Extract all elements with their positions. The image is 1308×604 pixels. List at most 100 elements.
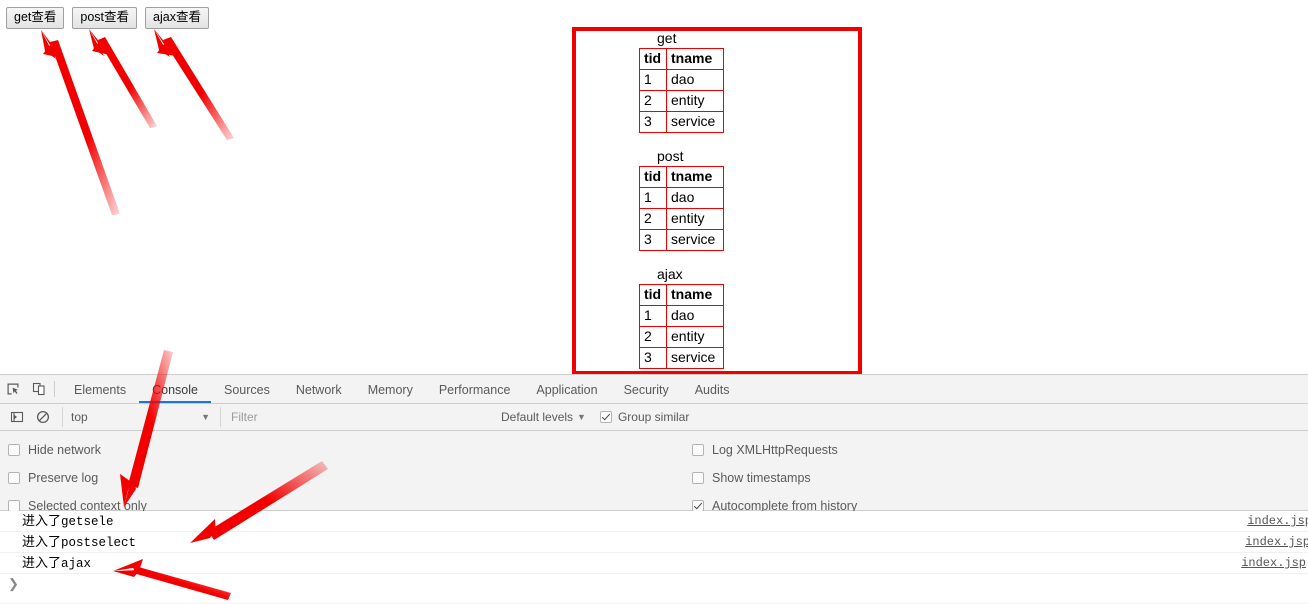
- cell-tid: 2: [639, 208, 667, 230]
- cell-tid: 1: [639, 305, 667, 327]
- table-row: 2 entity: [639, 208, 724, 230]
- log-xmlhttprequests-checkbox[interactable]: [692, 444, 704, 456]
- show-timestamps-label: Show timestamps: [712, 471, 811, 485]
- table-row: 3 service: [639, 229, 724, 251]
- tab-memory[interactable]: Memory: [355, 376, 426, 403]
- preserve-log-checkbox[interactable]: [8, 472, 20, 484]
- setting-log-xmlhttprequests[interactable]: Log XMLHttpRequests: [692, 436, 857, 464]
- console-message-prefix: 进入了: [22, 514, 62, 529]
- cell-tname: dao: [666, 187, 724, 209]
- tab-network[interactable]: Network: [283, 376, 355, 403]
- log-levels-label: Default levels: [501, 410, 574, 424]
- result-block-get: get tid tname 1 dao 2 entity 3 service: [639, 30, 789, 133]
- console-message-row[interactable]: 进入了ajax index.jsp: [0, 553, 1308, 574]
- cell-tname: dao: [666, 69, 724, 91]
- get-query-button[interactable]: get查看: [6, 7, 65, 29]
- table-row: 3 service: [639, 347, 724, 369]
- tab-elements[interactable]: Elements: [61, 376, 139, 403]
- result-caption-post: post: [657, 148, 684, 164]
- console-message-row[interactable]: 进入了postselect index.jsp: [0, 532, 1308, 553]
- table-row: 1 dao: [639, 69, 724, 91]
- header-tname: tname: [666, 48, 724, 70]
- result-block-ajax: ajax tid tname 1 dao 2 entity 3 service: [639, 266, 789, 369]
- group-similar-toggle[interactable]: Group similar: [599, 410, 690, 424]
- table-row: 2 entity: [639, 326, 724, 348]
- console-message-row[interactable]: 进入了getsele index.jsp: [0, 511, 1308, 532]
- setting-show-timestamps[interactable]: Show timestamps: [692, 464, 857, 492]
- inspect-element-icon[interactable]: [0, 376, 26, 402]
- console-message-text: 进入了getsele: [22, 514, 114, 529]
- device-toolbar-icon[interactable]: [26, 376, 52, 402]
- table-header-row: tid tname: [639, 166, 724, 188]
- cell-tid: 1: [639, 69, 667, 91]
- console-source-link[interactable]: index.jsp: [1245, 532, 1308, 553]
- result-table-get: tid tname 1 dao 2 entity 3 service: [639, 48, 724, 133]
- console-filter-input[interactable]: [220, 407, 493, 427]
- devtools-tabstrip: Elements Console Sources Network Memory …: [0, 375, 1308, 404]
- console-message-text: 进入了ajax: [22, 556, 92, 571]
- header-tname: tname: [666, 284, 724, 306]
- console-toolbar: top ▼ Default levels ▼ Group similar: [0, 404, 1308, 431]
- group-similar-checkbox[interactable]: [599, 411, 612, 423]
- result-table-post: tid tname 1 dao 2 entity 3 service: [639, 166, 724, 251]
- cell-tname: entity: [666, 90, 724, 112]
- table-row: 1 dao: [639, 187, 724, 209]
- result-caption-get: get: [657, 30, 677, 46]
- toolbar-divider: [54, 381, 55, 397]
- cell-tid: 1: [639, 187, 667, 209]
- cell-tid: 2: [639, 90, 667, 112]
- log-levels-dropdown[interactable]: Default levels ▼: [501, 410, 586, 424]
- console-message-text: 进入了postselect: [22, 535, 137, 550]
- chevron-down-icon: ▼: [577, 412, 586, 422]
- cell-tname: service: [666, 111, 724, 133]
- console-source-link[interactable]: index.jsp: [1241, 553, 1306, 574]
- tab-sources[interactable]: Sources: [211, 376, 283, 403]
- console-message-list: 进入了getsele index.jsp 进入了postselect index…: [0, 511, 1308, 603]
- tab-application[interactable]: Application: [523, 376, 610, 403]
- table-row: 3 service: [639, 111, 724, 133]
- tab-audits[interactable]: Audits: [682, 376, 743, 403]
- tab-console[interactable]: Console: [139, 376, 211, 403]
- result-table-ajax: tid tname 1 dao 2 entity 3 service: [639, 284, 724, 369]
- table-row: 1 dao: [639, 305, 724, 327]
- tab-security[interactable]: Security: [611, 376, 682, 403]
- console-source-link[interactable]: index.jsp: [1247, 511, 1308, 532]
- header-tname: tname: [666, 166, 724, 188]
- table-header-row: tid tname: [639, 48, 724, 70]
- cell-tname: service: [666, 229, 724, 251]
- table-header-row: tid tname: [639, 284, 724, 306]
- table-row: 2 entity: [639, 90, 724, 112]
- cell-tname: dao: [666, 305, 724, 327]
- execution-context-dropdown[interactable]: top ▼: [62, 407, 214, 427]
- header-tid: tid: [639, 48, 667, 70]
- console-message-suffix: ajax: [61, 557, 92, 571]
- chevron-down-icon: ▼: [201, 412, 210, 422]
- cell-tid: 3: [639, 111, 667, 133]
- hide-network-label: Hide network: [28, 443, 101, 457]
- console-input-prompt[interactable]: ❯: [0, 574, 1308, 595]
- post-query-button[interactable]: post查看: [72, 7, 138, 29]
- console-message-suffix: postselect: [61, 536, 137, 550]
- group-similar-label: Group similar: [617, 410, 690, 424]
- console-sidebar-icon[interactable]: [4, 404, 30, 430]
- cell-tname: entity: [666, 208, 724, 230]
- header-tid: tid: [639, 166, 667, 188]
- cell-tname: entity: [666, 326, 724, 348]
- ajax-query-button[interactable]: ajax查看: [145, 7, 209, 29]
- tab-performance[interactable]: Performance: [426, 376, 524, 403]
- hide-network-checkbox[interactable]: [8, 444, 20, 456]
- browser-page-content: get查看 post查看 ajax查看 get tid tname 1 dao …: [0, 0, 1308, 374]
- action-button-row: get查看 post查看 ajax查看: [6, 7, 209, 29]
- setting-hide-network[interactable]: Hide network: [8, 436, 147, 464]
- console-message-suffix: getsele: [61, 515, 114, 529]
- console-message-prefix: 进入了: [22, 556, 62, 571]
- devtools-panel: Elements Console Sources Network Memory …: [0, 374, 1308, 604]
- cell-tid: 3: [639, 229, 667, 251]
- clear-console-icon[interactable]: [30, 404, 56, 430]
- console-settings-left-column: Hide network Preserve log Selected conte…: [8, 436, 147, 520]
- setting-preserve-log[interactable]: Preserve log: [8, 464, 147, 492]
- show-timestamps-checkbox[interactable]: [692, 472, 704, 484]
- cell-tid: 3: [639, 347, 667, 369]
- preserve-log-label: Preserve log: [28, 471, 99, 485]
- cell-tname: service: [666, 347, 724, 369]
